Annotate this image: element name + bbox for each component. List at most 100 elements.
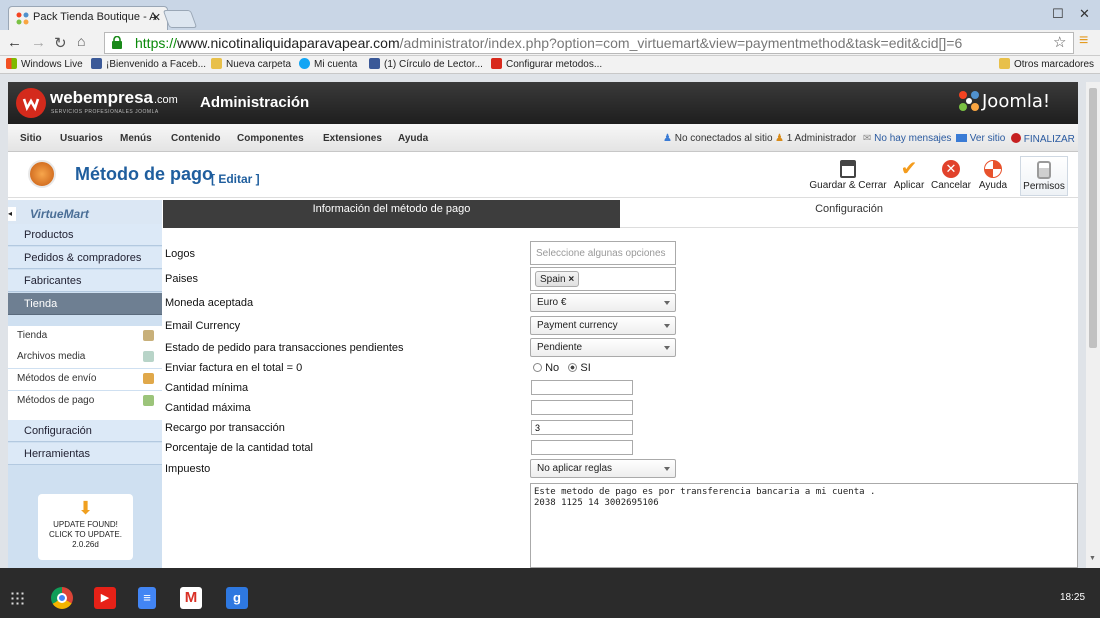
virtuemart-logo: VirtueMart (30, 207, 89, 221)
menu-ayuda[interactable]: Ayuda (398, 133, 428, 144)
chevron-down-icon (664, 324, 670, 328)
payment-method-icon (28, 160, 56, 188)
close-window-icon[interactable]: ✕ (1079, 6, 1090, 22)
remove-tag-icon[interactable]: × (568, 274, 574, 285)
sidebar-sub-envio[interactable]: Métodos de envío (8, 369, 162, 390)
bookmark-otros[interactable]: Otros marcadores (999, 58, 1094, 70)
lifebuoy-icon (984, 160, 1002, 178)
browser-tab[interactable]: Pack Tienda Boutique - A ✕ (8, 6, 168, 30)
forward-icon[interactable]: → (31, 34, 46, 51)
gmail-icon[interactable]: M (180, 587, 202, 609)
address-bar[interactable]: https://www.nicotinaliquidaparavapear.co… (104, 32, 1074, 54)
menu-extensiones[interactable]: Extensiones (323, 133, 382, 144)
label-logos: Logos (165, 248, 195, 260)
brand-suffix: .com (154, 94, 178, 106)
description-textarea[interactable]: Este metodo de pago es por transferencia… (530, 483, 1078, 568)
update-notice[interactable]: ⬇ UPDATE FOUND! CLICK TO UPDATE. 2.0.26d (38, 494, 133, 560)
logos-multiselect[interactable]: Seleccione algunas opciones (530, 241, 676, 265)
chrome-icon[interactable] (51, 587, 73, 609)
min-amount-input[interactable] (531, 380, 633, 395)
docs-icon[interactable]: ≡ (138, 587, 156, 609)
save-icon (840, 160, 856, 178)
bookmark-circulo[interactable]: (1) Círculo de Lector... (369, 58, 483, 70)
back-icon[interactable]: ← (7, 34, 22, 51)
url-protocol: https:// (135, 35, 178, 51)
webempresa-icon (491, 58, 502, 69)
percent-input[interactable] (531, 440, 633, 455)
email-currency-select[interactable]: Payment currency (530, 316, 676, 335)
status-visitors: ♟ No conectados al sitio (663, 133, 773, 144)
label-recargo: Recargo por transacción (165, 422, 285, 434)
sidebar-configuracion[interactable]: Configuración (8, 420, 162, 442)
sidebar-sub-media[interactable]: Archivos media (8, 347, 162, 368)
users-icon: ♟ (663, 133, 672, 144)
cancel-button[interactable]: ✕ Cancelar (930, 160, 972, 191)
sidebar-spacer (8, 412, 162, 420)
currency-select[interactable]: Euro € (530, 293, 676, 312)
help-button[interactable]: Ayuda (976, 160, 1010, 191)
bookmark-windows-live[interactable]: Windows Live (6, 58, 83, 70)
scroll-down-icon[interactable]: ▼ (1089, 555, 1096, 562)
sidebar-pedidos[interactable]: Pedidos & compradores (8, 247, 162, 269)
bookmark-star-icon[interactable]: ☆ (1053, 33, 1066, 51)
logout-link[interactable]: FINALIZAR (1011, 133, 1075, 145)
google-search-icon[interactable]: g (226, 587, 248, 609)
label-estado-pendiente: Estado de pedido para transacciones pend… (165, 342, 404, 354)
sidebar-productos[interactable]: Productos (8, 224, 162, 246)
radio-si[interactable]: SI (568, 362, 591, 374)
menu-contenido[interactable]: Contenido (171, 133, 220, 144)
tab-configuracion[interactable]: Configuración (620, 200, 1078, 228)
max-amount-input[interactable] (531, 400, 633, 415)
label-cantidad-minima: Cantidad mínima (165, 382, 249, 394)
permissions-button[interactable]: Permisos (1020, 156, 1068, 196)
joomla-logo-icon (958, 90, 980, 112)
virtuemart-sidebar: ◂ VirtueMart Productos Pedidos & comprad… (8, 200, 162, 568)
save-close-button[interactable]: Guardar & Cerrar (808, 160, 888, 191)
status-admins: ♟ 1 Administrador (775, 133, 857, 144)
sidebar-sub-tienda[interactable]: Tienda (8, 326, 162, 347)
page-scrollbar[interactable]: ▼ (1086, 82, 1100, 568)
browser-tab-title: Pack Tienda Boutique - A (33, 11, 157, 23)
menu-usuarios[interactable]: Usuarios (60, 133, 103, 144)
view-site-link[interactable]: Ver sitio (956, 133, 1005, 144)
collapse-sidebar-icon[interactable]: ◂ (8, 207, 16, 221)
lock-icon (111, 35, 123, 49)
app-launcher-icon[interactable] (10, 591, 24, 605)
menu-sitio[interactable]: Sitio (20, 133, 42, 144)
apply-button[interactable]: ✔ Aplicar (892, 159, 926, 191)
tab-informacion[interactable]: Información del método de pago (163, 200, 620, 228)
surcharge-input[interactable] (531, 420, 633, 435)
url-path: /administrator/index.php?option=com_virt… (399, 35, 963, 51)
status-messages[interactable]: ✉ No hay mensajes (863, 133, 951, 144)
menu-menus[interactable]: Menús (120, 133, 152, 144)
sidebar-fabricantes[interactable]: Fabricantes (8, 270, 162, 292)
bookmark-folder[interactable]: Nueva carpeta (211, 58, 291, 70)
reload-icon[interactable]: ↻ (54, 34, 67, 52)
menu-icon[interactable]: ≡ (1079, 32, 1088, 50)
os-taskbar: ▶ ≡ M g 18:25 (0, 568, 1100, 618)
new-tab-button[interactable] (162, 10, 198, 28)
label-moneda: Moneda aceptada (165, 297, 254, 309)
bookmark-mi-cuenta[interactable]: Mi cuenta (299, 58, 357, 70)
sidebar-tienda[interactable]: Tienda (8, 293, 162, 315)
label-porcentaje: Porcentaje de la cantidad total (165, 442, 313, 454)
folder-icon (211, 58, 222, 69)
pending-status-select[interactable]: Pendiente (530, 338, 676, 357)
sidebar-herramientas[interactable]: Herramientas (8, 443, 162, 465)
countries-multiselect[interactable]: Spain × (530, 267, 676, 291)
youtube-icon[interactable]: ▶ (94, 587, 116, 609)
home-icon[interactable]: ⌂ (77, 33, 85, 49)
tab-close-icon[interactable]: ✕ (152, 11, 161, 24)
bookmark-facebook[interactable]: ¡Bienvenido a Faceb... (91, 58, 206, 70)
bookmark-configurar[interactable]: Configurar metodos... (491, 58, 602, 70)
webempresa-logo-icon (16, 88, 46, 118)
brand-tagline: SERVICIOS PROFESIONALES JOOMLA (51, 109, 159, 115)
radio-no[interactable]: No (533, 362, 559, 374)
tax-select[interactable]: No aplicar reglas (530, 459, 676, 478)
label-enviar-factura: Enviar factura en el total = 0 (165, 362, 303, 374)
menu-componentes[interactable]: Componentes (237, 133, 304, 144)
monitor-icon (956, 134, 967, 142)
scrollbar-thumb[interactable] (1089, 88, 1097, 348)
maximize-icon[interactable]: ☐ (1052, 6, 1064, 22)
sidebar-sub-pago[interactable]: Métodos de pago (8, 391, 162, 412)
